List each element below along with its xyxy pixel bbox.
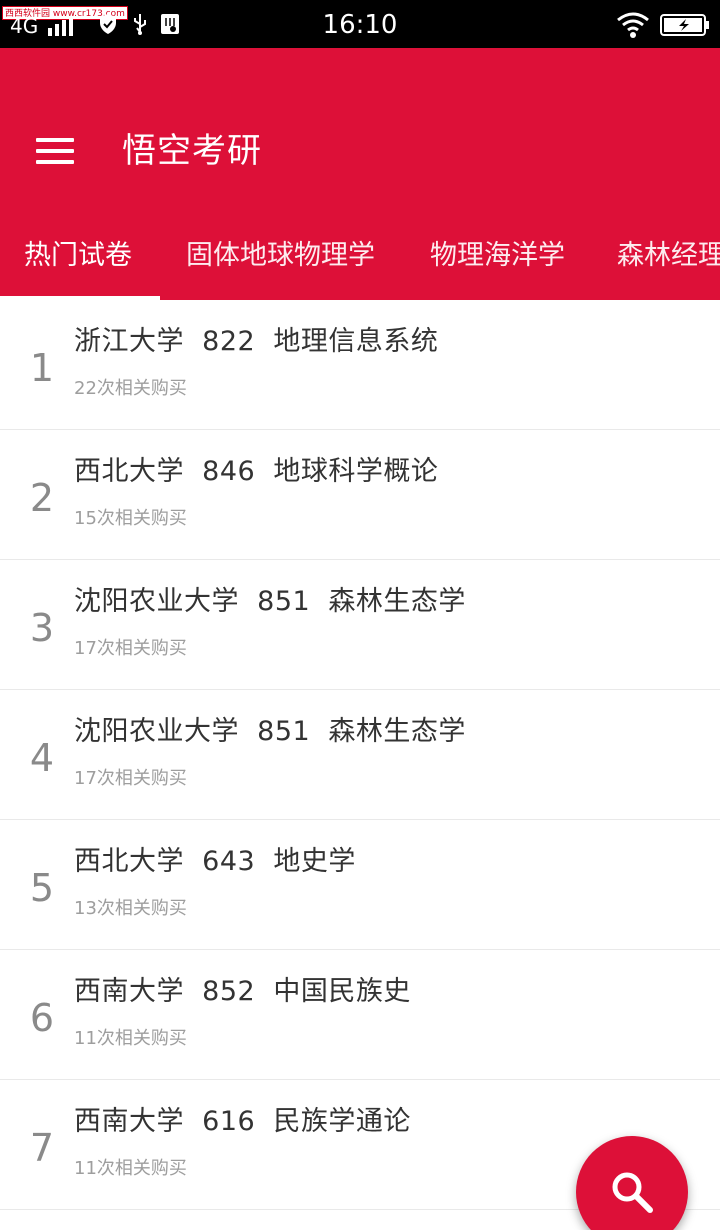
tab-bar: 热门试卷 固体地球物理学 物理海洋学 森林经理学 xyxy=(0,228,720,300)
app-bar: 悟空考研 热门试卷 固体地球物理学 物理海洋学 森林经理学 xyxy=(0,48,720,300)
paper-title: 西北大学 846 地球科学概论 xyxy=(74,456,439,487)
rank-number: 3 xyxy=(29,606,55,650)
list-item[interactable]: 1 浙江大学 822 地理信息系统 22次相关购买 xyxy=(0,300,720,430)
purchase-count: 11次相关购买 xyxy=(74,1028,187,1049)
rank-number: 6 xyxy=(29,996,55,1040)
purchase-count: 17次相关购买 xyxy=(74,768,187,789)
list-item[interactable]: 4 沈阳农业大学 851 森林生态学 17次相关购买 xyxy=(0,690,720,820)
app-title: 悟空考研 xyxy=(122,131,262,171)
paper-title: 西南大学 852 中国民族史 xyxy=(74,976,411,1007)
rank-number: 7 xyxy=(29,1126,55,1170)
list-item[interactable]: 5 西北大学 643 地史学 13次相关购买 xyxy=(0,820,720,950)
rank-number: 4 xyxy=(29,736,55,780)
list-item[interactable]: 3 沈阳农业大学 851 森林生态学 17次相关购买 xyxy=(0,560,720,690)
purchase-count: 22次相关购买 xyxy=(74,378,187,399)
paper-title: 沈阳农业大学 851 森林生态学 xyxy=(74,586,466,617)
paper-title: 西南大学 616 民族学通论 xyxy=(74,1106,411,1137)
wifi-icon xyxy=(617,12,649,38)
battery-icon xyxy=(660,14,709,36)
list-item[interactable]: 6 西南大学 852 中国民族史 11次相关购买 xyxy=(0,950,720,1080)
tab-forest-management[interactable]: 森林经理学 xyxy=(617,228,720,300)
purchase-count: 17次相关购买 xyxy=(74,638,187,659)
paper-title: 西北大学 643 地史学 xyxy=(74,846,356,877)
list-item[interactable]: 2 西北大学 846 地球科学概论 15次相关购买 xyxy=(0,430,720,560)
menu-icon[interactable] xyxy=(36,136,76,168)
tab-hot-papers[interactable]: 热门试卷 xyxy=(24,228,132,300)
rank-number: 1 xyxy=(29,346,55,390)
paper-title: 浙江大学 822 地理信息系统 xyxy=(74,326,439,357)
paper-title: 沈阳农业大学 851 森林生态学 xyxy=(74,716,466,747)
purchase-count: 11次相关购买 xyxy=(74,1158,187,1179)
status-bar: 西西软件园 www.cr173.com 4G 16:10 xyxy=(0,0,720,48)
tab-physical-oceanography[interactable]: 物理海洋学 xyxy=(430,228,565,300)
purchase-count: 15次相关购买 xyxy=(74,508,187,529)
rank-number: 5 xyxy=(29,866,55,910)
rank-number: 2 xyxy=(29,476,55,520)
purchase-count: 13次相关购买 xyxy=(74,898,187,919)
clock: 16:10 xyxy=(322,10,398,40)
search-icon xyxy=(612,1172,653,1213)
tab-solid-earth-geophysics[interactable]: 固体地球物理学 xyxy=(186,228,375,300)
